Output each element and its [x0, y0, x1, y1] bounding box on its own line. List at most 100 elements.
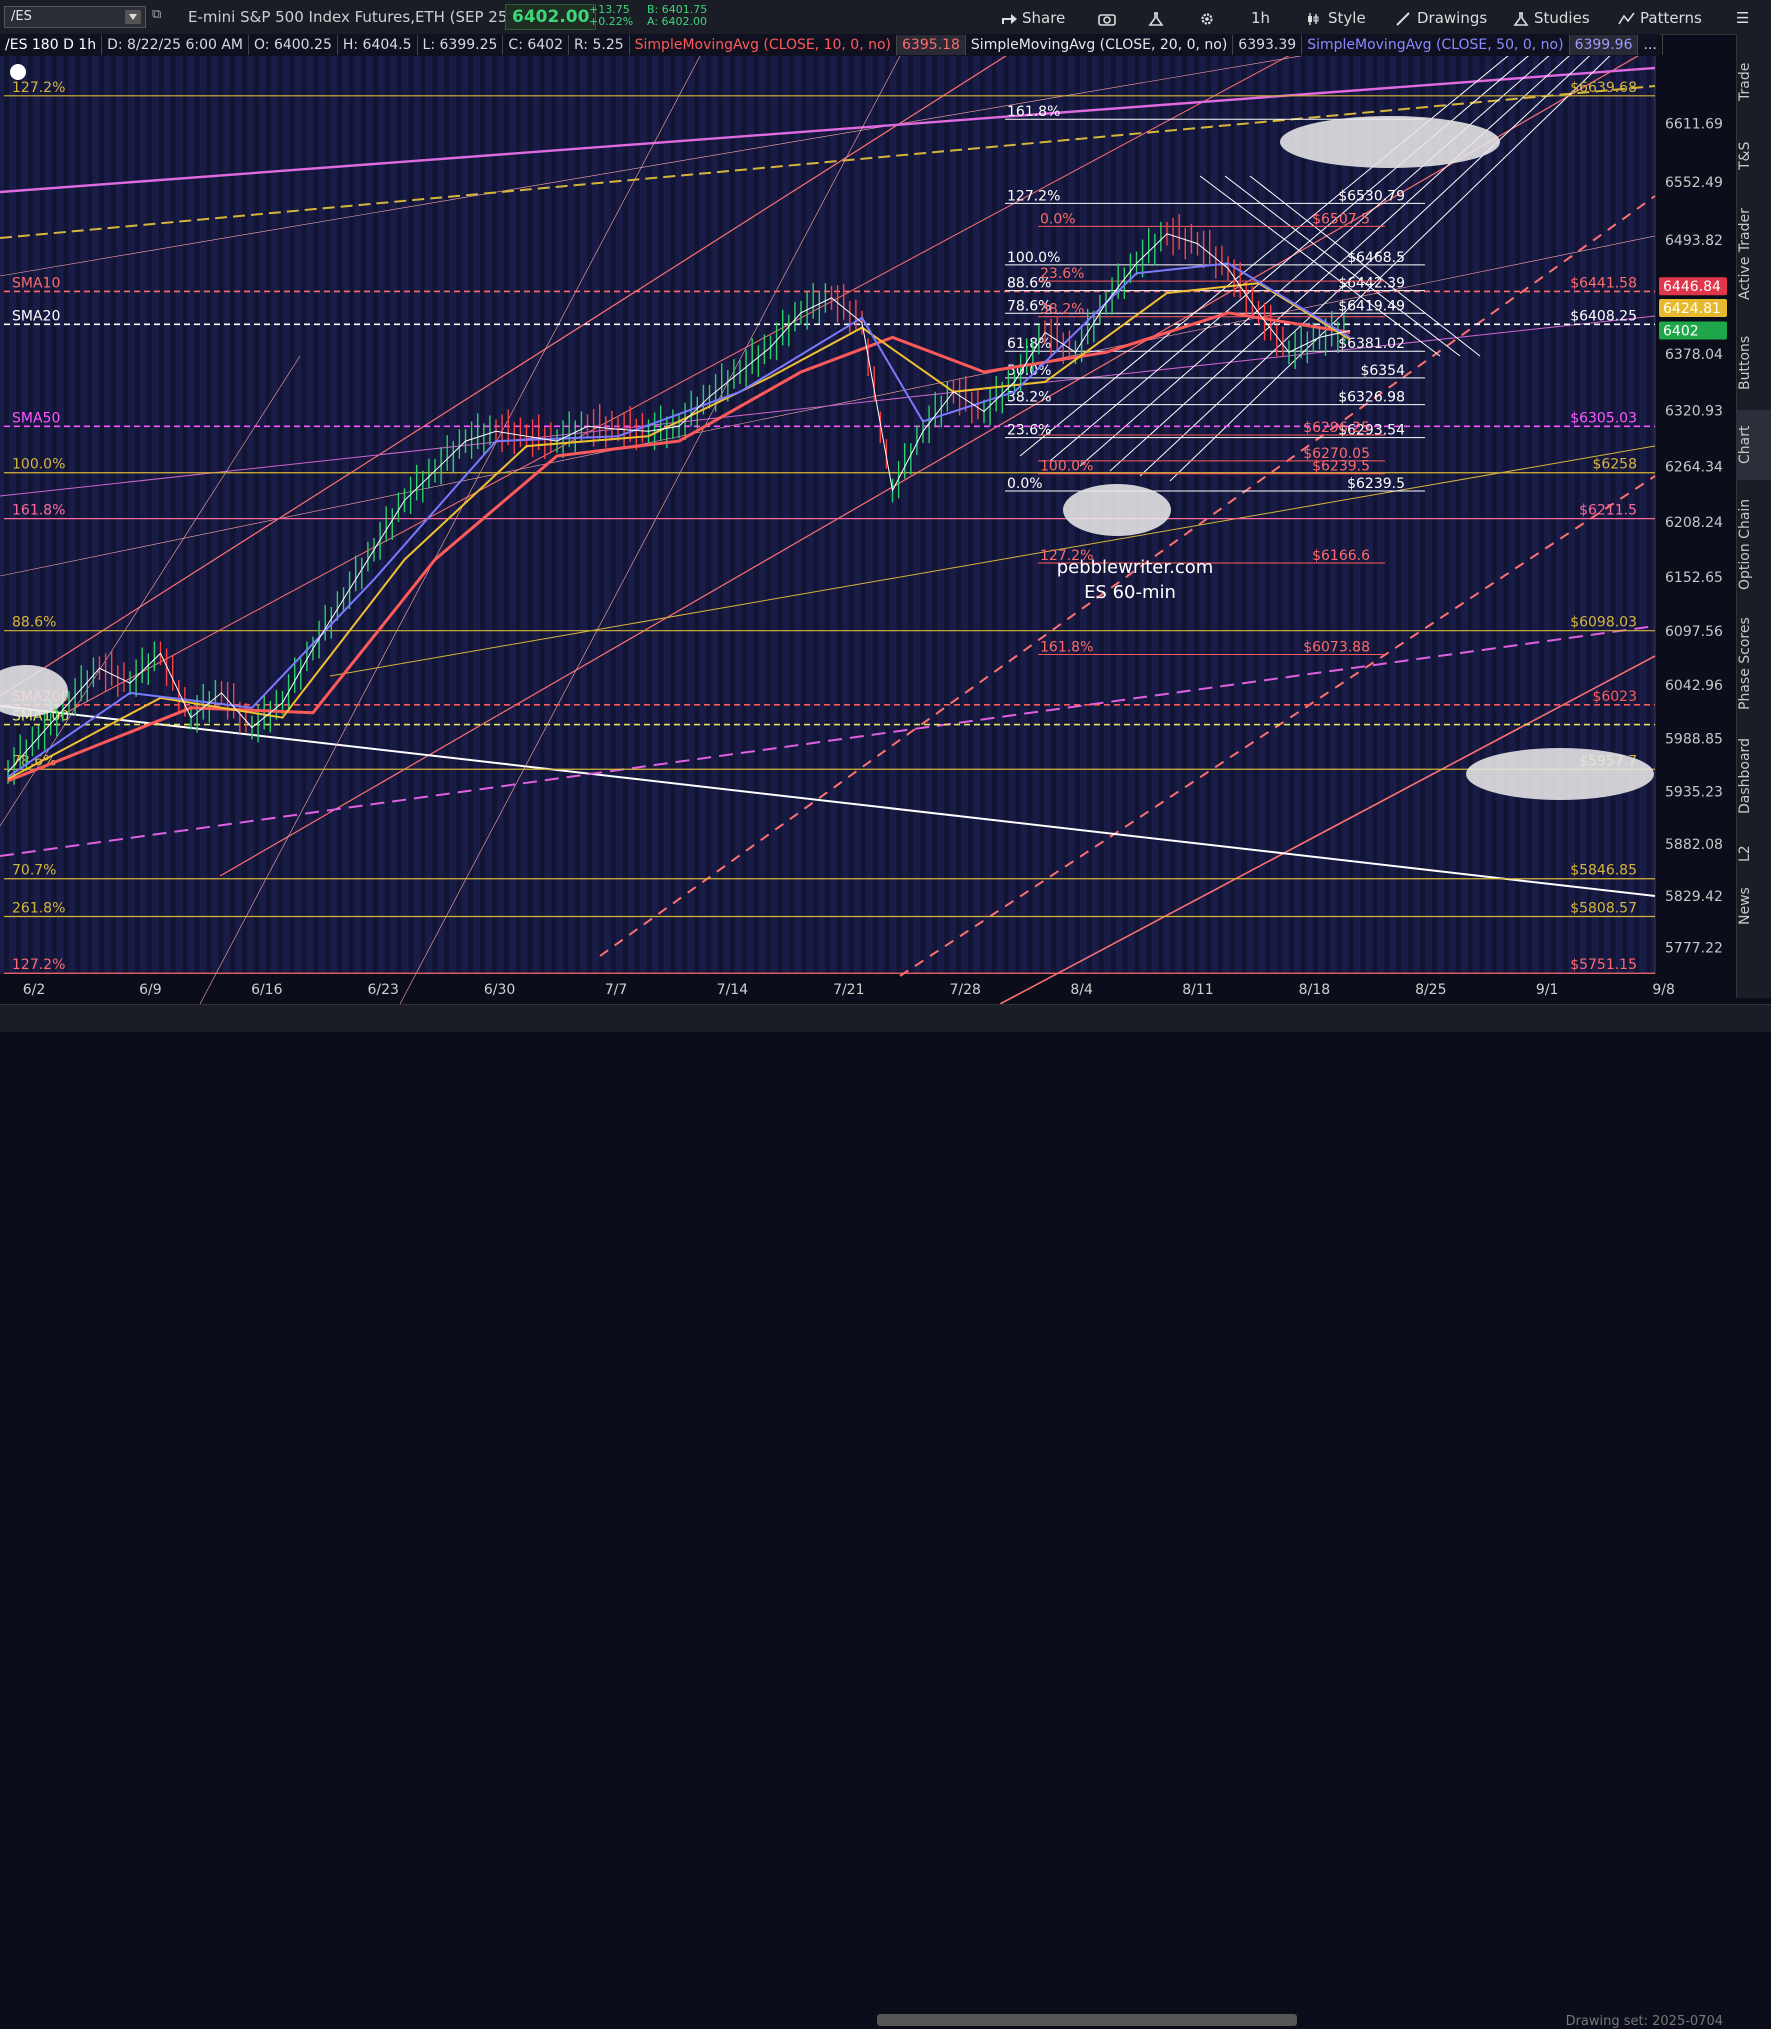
link-icon[interactable]: ⧉ — [152, 7, 164, 25]
level-right-label: $6408.25 — [1570, 308, 1637, 324]
snapshot-button[interactable] — [1098, 7, 1120, 29]
fib-red-price-label: $6166.6 — [1312, 548, 1370, 564]
patterns-button[interactable]: Patterns — [1618, 7, 1702, 29]
sma50-label[interactable]: SimpleMovingAvg (CLOSE, 50, 0, no) — [1302, 35, 1570, 55]
session-band — [1491, 56, 1497, 974]
x-tick-label: 6/9 — [139, 982, 162, 998]
session-band — [956, 56, 961, 974]
net-change: +13.75 +0.22% — [589, 4, 633, 28]
fib-percent-label: 100.0% — [1007, 250, 1060, 266]
studies-button[interactable]: Studies — [1512, 7, 1590, 29]
level-right-label: $6098.03 — [1570, 615, 1637, 631]
watermark-line-2: ES 60-min — [1084, 582, 1176, 603]
sidebar-item-active-trader[interactable]: Active Trader — [1737, 194, 1771, 314]
session-band — [979, 56, 985, 974]
session-band — [1277, 56, 1283, 974]
x-tick-label: 7/14 — [717, 982, 749, 998]
session-band — [396, 56, 402, 974]
header-symbol[interactable]: /ES 180 D 1h — [0, 35, 103, 55]
sidebar-item-buttons[interactable]: Buttons — [1737, 322, 1771, 404]
session-band — [158, 56, 164, 974]
session-band — [1503, 56, 1509, 974]
level-left-label: 88.6% — [12, 615, 56, 631]
highlight-ellipse — [1466, 748, 1654, 800]
session-band — [682, 56, 688, 974]
header-open: O: 6400.25 — [249, 35, 338, 55]
x-tick-label: 9/1 — [1536, 982, 1559, 998]
session-band — [1408, 56, 1414, 974]
drawings-button[interactable]: Drawings — [1395, 7, 1487, 29]
y-tick-label: 6208.24 — [1665, 515, 1723, 531]
session-band — [777, 56, 783, 974]
level-right-label: $6639.68 — [1570, 80, 1637, 96]
fib-price-label: $6239.5 — [1347, 476, 1405, 492]
session-band — [337, 56, 343, 974]
bottom-scrollbar[interactable]: Drawing set: 2025-0704 — [0, 1004, 1771, 2029]
chevron-down-icon[interactable] — [125, 10, 141, 24]
menu-icon: ☰ — [1736, 9, 1750, 27]
style-label: Style — [1328, 9, 1366, 27]
settings-button[interactable] — [1198, 7, 1220, 29]
session-band — [146, 56, 152, 974]
sidebar-item-option-chain[interactable]: Option Chain — [1737, 486, 1771, 602]
session-band — [218, 56, 224, 974]
session-band — [634, 56, 640, 974]
sidebar-item-phase-scores[interactable]: Phase Scores — [1737, 606, 1771, 722]
symbol-selector[interactable]: /ES — [4, 6, 146, 28]
fib-price-label: $6468.5 — [1347, 250, 1405, 266]
session-band — [242, 56, 247, 974]
interval-selector[interactable]: 1h — [1251, 7, 1270, 29]
session-band — [646, 56, 652, 974]
sidebar-item-chart[interactable]: Chart — [1737, 410, 1771, 480]
fib-red-price-label: $6073.88 — [1303, 640, 1370, 656]
fib-red-percent-label: 0.0% — [1040, 211, 1076, 227]
session-band — [301, 56, 307, 974]
session-band — [658, 56, 664, 974]
session-band — [1265, 56, 1271, 974]
scroll-thumb[interactable] — [877, 2014, 1297, 2026]
level-left-label: SMA50 — [12, 410, 60, 426]
candles-icon — [1308, 12, 1319, 25]
sidebar-item-news[interactable]: News — [1737, 876, 1771, 936]
sidebar-item-trade[interactable]: Trade — [1737, 42, 1771, 122]
y-tick-label: 6264.34 — [1665, 459, 1723, 475]
pencil-icon — [1396, 11, 1410, 26]
session-band — [277, 56, 283, 974]
price-tag-label: 6402 — [1663, 324, 1699, 340]
share-icon — [1002, 13, 1017, 24]
session-band — [670, 56, 676, 974]
header-more[interactable]: ... — [1638, 35, 1663, 55]
sma20-label[interactable]: SimpleMovingAvg (CLOSE, 20, 0, no) — [966, 35, 1234, 55]
x-tick-label: 9/8 — [1652, 982, 1675, 998]
style-button[interactable]: Style — [1306, 7, 1366, 29]
level-left-label: 261.8% — [12, 901, 65, 917]
session-band — [551, 56, 557, 974]
sidebar-item-dashboard[interactable]: Dashboard — [1737, 726, 1771, 826]
session-band — [1527, 56, 1533, 974]
session-band — [527, 56, 533, 974]
level-right-label: $6441.58 — [1570, 275, 1637, 291]
sma10-value: 6395.18 — [897, 35, 966, 55]
fib-percent-label: 127.2% — [1007, 188, 1060, 204]
highlight-ellipse — [1063, 484, 1171, 536]
menu-button[interactable]: ☰ — [1736, 7, 1749, 29]
x-tick-label: 6/2 — [23, 982, 46, 998]
flask-icon — [1148, 11, 1164, 26]
session-band — [729, 56, 735, 974]
patterns-label: Patterns — [1640, 9, 1702, 27]
sidebar-item-l2[interactable]: L2 — [1737, 834, 1771, 874]
session-band — [456, 56, 462, 974]
fib-red-price-label: $6507.5 — [1312, 211, 1370, 227]
session-band — [182, 56, 188, 974]
sidebar-item-ts[interactable]: T&S — [1737, 126, 1771, 186]
session-band — [587, 56, 593, 974]
share-button[interactable]: Share — [1000, 7, 1065, 29]
level-right-label: $5808.57 — [1570, 901, 1637, 917]
price-chart[interactable]: 6611.69 6552.49 6493.82 6378.04 6320.93 6264.… — [0, 56, 1737, 1004]
session-band — [575, 56, 581, 974]
flask-button[interactable] — [1147, 7, 1169, 29]
sma10-label[interactable]: SimpleMovingAvg (CLOSE, 10, 0, no) — [630, 35, 898, 55]
session-band — [99, 56, 105, 974]
y-tick-label: 5882.08 — [1665, 837, 1723, 853]
bid-ask: B: 6401.75 A: 6402.00 — [647, 4, 707, 28]
